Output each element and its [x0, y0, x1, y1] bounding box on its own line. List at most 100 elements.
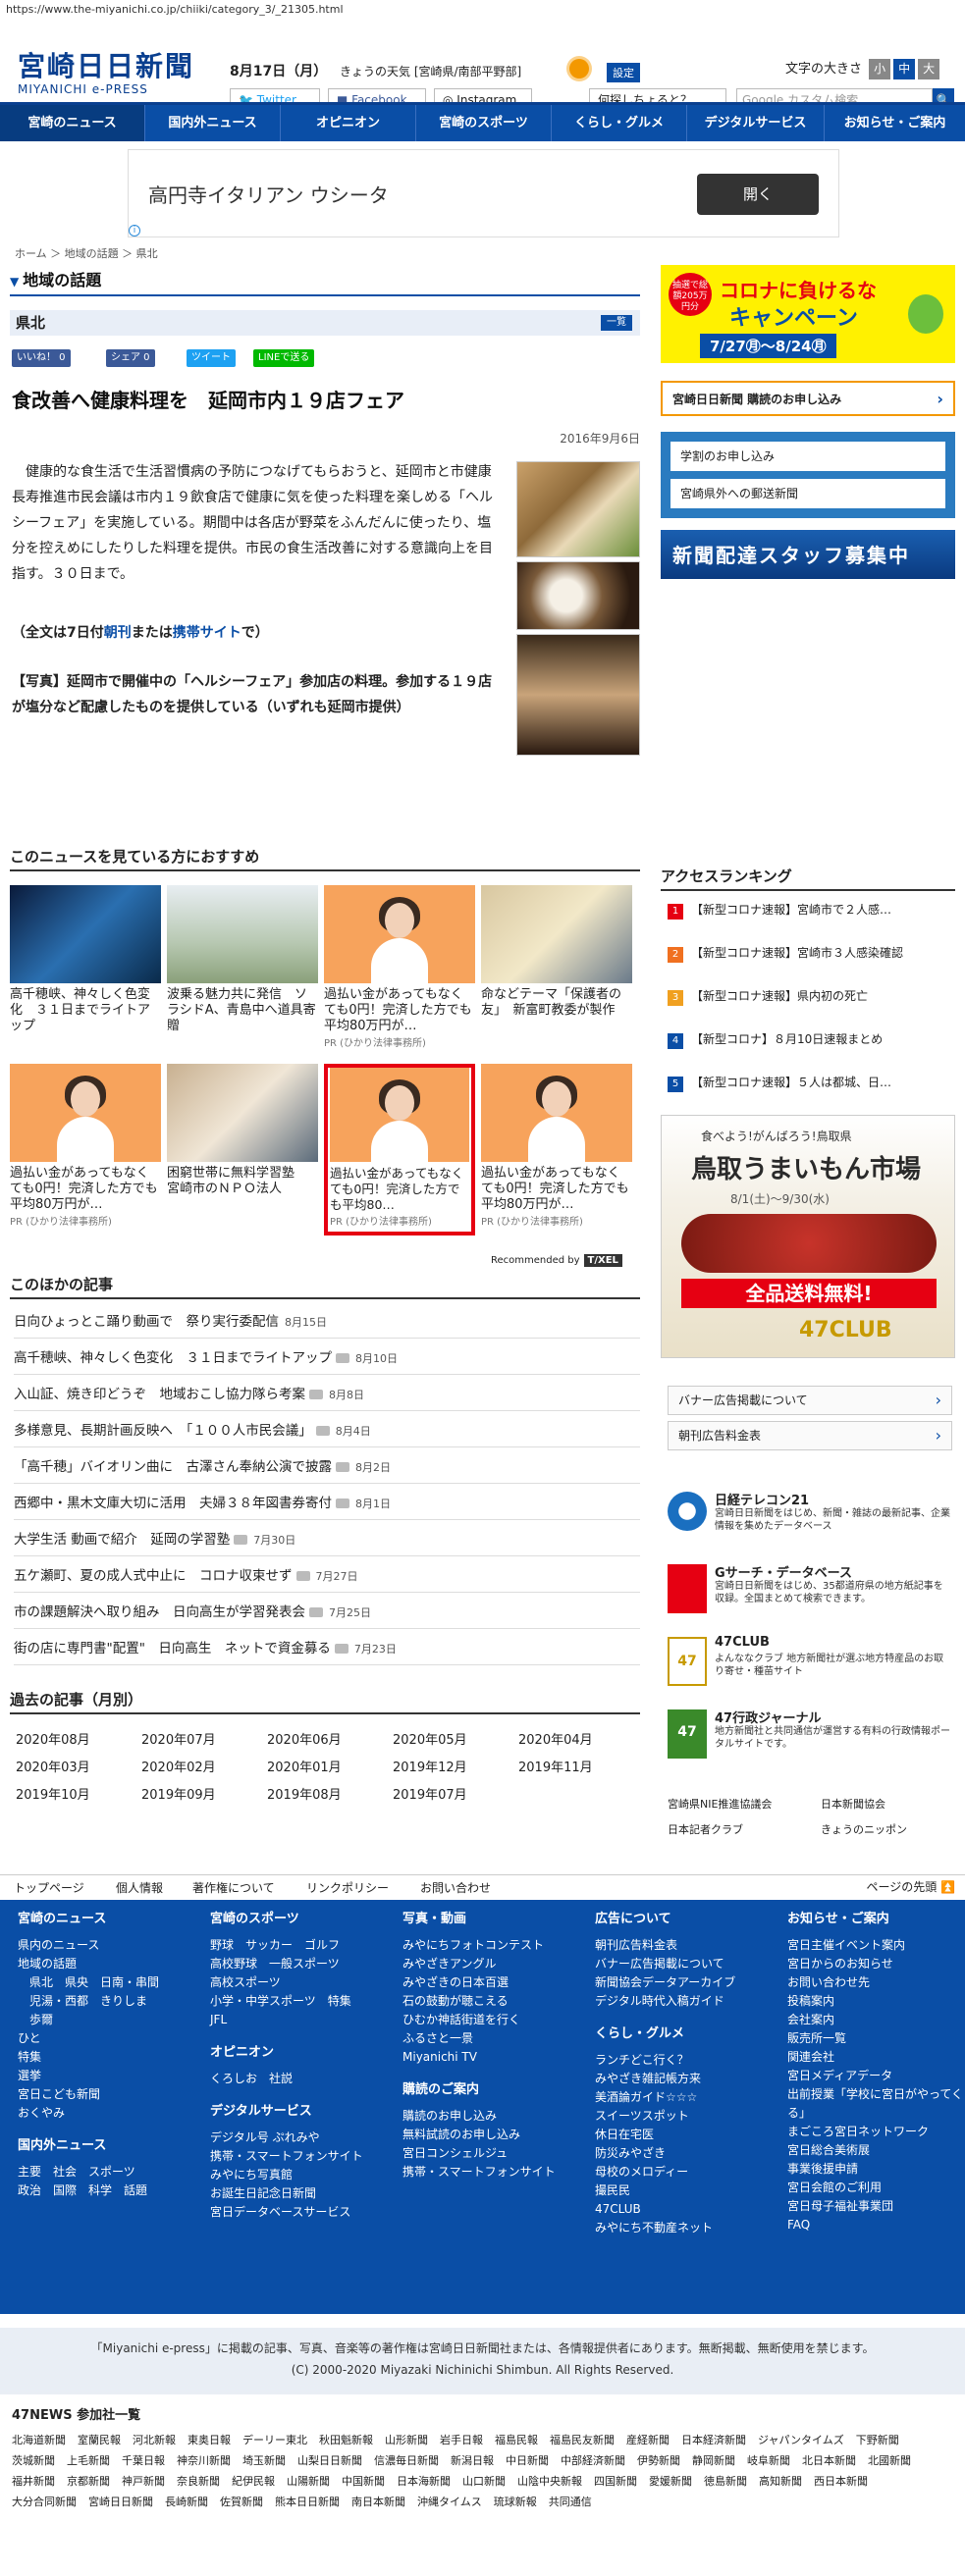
like-button[interactable]: いいね！ 0 — [12, 349, 71, 367]
site-logo[interactable]: 宮崎日日新聞 MIYANICHI e-PRESS — [18, 51, 199, 97]
share-button[interactable]: シェア 0 — [106, 349, 155, 367]
footer-link[interactable]: 特集 — [18, 2048, 194, 2067]
ranking-item[interactable]: 3 【新型コロナ速報】県内初の死亡 — [668, 985, 952, 1007]
month-link[interactable]: 2020年06月 — [267, 1729, 342, 1748]
47news-member-link[interactable]: 高知新聞 — [759, 2471, 802, 2492]
recommender-logo[interactable]: T/XEL — [583, 1254, 622, 1267]
47news-member-link[interactable]: 茨城新聞 — [12, 2450, 55, 2471]
footer-link[interactable]: 朝刊広告料金表 — [595, 1936, 772, 1955]
page-top-button[interactable]: ページの先頭 ⏫ — [866, 1874, 955, 1900]
footer-link[interactable]: 新聞協会データアーカイブ — [595, 1973, 772, 1992]
recommend-card[interactable]: 命などテーマ「保護者の友」 新富町教委が製作 — [481, 885, 632, 1019]
footer-link[interactable]: 県内のニュース — [18, 1936, 194, 1955]
list-button[interactable]: 一覧 — [601, 315, 632, 331]
footer-link[interactable]: 政治 国際 科学 話題 — [18, 2182, 194, 2200]
month-link[interactable]: 2019年09月 — [141, 1784, 216, 1803]
recommend-card[interactable]: 過払い金があってもなくても0円！完済した方でも平均80万円が… PR (ひかり法律… — [324, 885, 475, 1049]
47news-member-link[interactable]: 北日本新聞 — [802, 2450, 856, 2471]
footer-link[interactable]: 地域の話題 — [18, 1955, 194, 1973]
footer-link[interactable]: ランチどこ行く？ — [595, 2051, 772, 2070]
footer-link[interactable]: 事業後援申請 — [787, 2160, 964, 2179]
footer-link[interactable]: みやにちフォトコンテスト — [402, 1936, 579, 1955]
47news-member-link[interactable]: デーリー東北 — [242, 2430, 307, 2450]
recommend-card[interactable]: 困窮世帯に無料学習塾 宮崎市のＮＰＯ法人 — [167, 1064, 318, 1197]
47news-member-link[interactable]: 東奥日報 — [188, 2430, 231, 2450]
47news-member-link[interactable]: 新潟日報 — [451, 2450, 494, 2471]
47news-member-link[interactable]: 信濃毎日新聞 — [374, 2450, 439, 2471]
breadcrumb[interactable]: ホーム ＞ 地域の話題 ＞ 県北 — [15, 245, 158, 261]
footer-link[interactable]: 宮日会館のご利用 — [787, 2179, 964, 2197]
other-article-item[interactable]: 市の課題解決へ取り組み 日向高生が学習発表会 7月25日 — [14, 1596, 640, 1629]
other-article-item[interactable]: 多様意見、長期計画反映へ 「１００人市民会議」 8月4日 — [14, 1414, 640, 1447]
month-link[interactable]: 2019年07月 — [393, 1784, 467, 1803]
footer-link[interactable]: ふるさと一景 — [402, 2029, 579, 2048]
footer-link-contact[interactable]: お問い合わせ — [420, 1875, 491, 1901]
47news-member-link[interactable]: 上毛新聞 — [67, 2450, 110, 2471]
recommend-card[interactable]: 過払い金があってもなくても0円！完済した方でも平均80万円が… PR (ひかり法律… — [10, 1064, 161, 1228]
other-article-item[interactable]: 日向ひょっとこ踊り動画で 祭り実行委配信 8月15日 — [14, 1305, 640, 1339]
morning-ad-link[interactable]: 朝刊広告料金表 — [668, 1421, 952, 1450]
footer-heading[interactable]: 宮崎のニュース — [18, 1910, 194, 1928]
ranking-item[interactable]: 2 【新型コロナ速報】宮崎市３人感染確認 — [668, 942, 952, 964]
footer-heading[interactable]: くらし・グルメ — [595, 2024, 772, 2043]
nav-life-gourmet[interactable]: くらし・グルメ — [552, 105, 687, 141]
recommend-card[interactable]: 過払い金があってもなくても0円！完済した方でも平均80万円が… PR (ひかり法律… — [481, 1064, 632, 1228]
47news-member-link[interactable]: 熊本日日新聞 — [275, 2492, 340, 2512]
footer-link[interactable]: 携帯・スマートフォンサイト — [210, 2147, 387, 2166]
footer-link[interactable]: 宮日総合美術展 — [787, 2141, 964, 2160]
footer-link[interactable]: バナー広告掲載について — [595, 1955, 772, 1973]
footer-link[interactable]: 出前授業「学校に宮日がやってくる」 — [787, 2085, 964, 2123]
ranking-item[interactable]: 1 【新型コロナ速報】宮崎市で２人感… — [668, 899, 952, 920]
month-link[interactable]: 2020年08月 — [16, 1729, 90, 1748]
recommend-card-selected[interactable]: 過払い金があってもなくても0円！完済した方でも平均80… PR (ひかり法律事務所… — [324, 1064, 475, 1235]
footer-link[interactable]: 購読のお申し込み — [402, 2107, 579, 2126]
47news-member-link[interactable]: 中部経済新聞 — [561, 2450, 625, 2471]
month-link[interactable]: 2020年01月 — [267, 1757, 342, 1775]
footer-link[interactable]: 高校野球 一般スポーツ — [210, 1955, 387, 1973]
47news-member-link[interactable]: 河北新報 — [133, 2430, 176, 2450]
ranking-item[interactable]: 5 【新型コロナ速報】５人は都城、日… — [668, 1072, 952, 1093]
side-link-nippon[interactable]: きょうのニッポン — [821, 1821, 907, 1837]
47news-member-link[interactable]: 福島民友新聞 — [550, 2430, 615, 2450]
footer-link[interactable]: デジタル号 ぷれみや — [210, 2129, 387, 2147]
footer-link[interactable]: 宮日主催イベント案内 — [787, 1936, 964, 1955]
tweet-button[interactable]: ツイート — [187, 349, 236, 367]
month-link[interactable]: 2020年07月 — [141, 1729, 216, 1748]
footer-link[interactable]: みやにち不動産ネット — [595, 2219, 772, 2237]
banner-ad-link[interactable]: バナー広告掲載について — [668, 1386, 952, 1415]
footer-link[interactable]: 美酒論ガイド☆☆☆ — [595, 2088, 772, 2107]
corona-campaign-banner[interactable]: 抽選で総額205万円分 コロナに負けるな キャンペーン 7/27㊊～8/24㊊ — [661, 265, 955, 363]
47news-member-link[interactable]: 大分合同新聞 — [12, 2492, 77, 2512]
footer-heading[interactable]: 写真・動画 — [402, 1910, 579, 1928]
other-article-item[interactable]: 入山証、焼き印どうぞ 地域おこし協力隊ら考案 8月8日 — [14, 1378, 640, 1411]
47news-member-link[interactable]: 岩手日報 — [440, 2430, 483, 2450]
footer-link[interactable]: 宮日母子福祉事業団 — [787, 2197, 964, 2216]
side-link-pressclub[interactable]: 日本記者クラブ — [668, 1821, 743, 1837]
month-link[interactable]: 2020年04月 — [518, 1729, 593, 1748]
tottori-ad[interactable]: 食べよう!がんばろう!鳥取県 鳥取うまいもん市場 8/1(土)～9/30(水) … — [661, 1115, 955, 1358]
staff-recruit-banner[interactable]: 新聞配達スタッフ募集中 — [661, 530, 955, 579]
footer-link[interactable]: ひと — [18, 2029, 194, 2048]
47news-member-link[interactable]: 日本経済新聞 — [681, 2430, 746, 2450]
47news-member-link[interactable]: 西日本新聞 — [814, 2471, 868, 2492]
footer-link[interactable]: 宮日データベースサービス — [210, 2203, 387, 2222]
student-discount-link[interactable]: 学割のお申し込み — [670, 442, 945, 471]
ad-open-button[interactable]: 開く — [697, 174, 819, 215]
47news-member-link[interactable]: 山陽新聞 — [287, 2471, 330, 2492]
article-photo-2[interactable] — [516, 561, 640, 630]
line-button[interactable]: LINEで送る — [253, 349, 315, 367]
47news-member-link[interactable]: 中国新聞 — [342, 2471, 385, 2492]
47news-member-link[interactable]: 長崎新聞 — [165, 2492, 208, 2512]
footer-link[interactable]: FAQ — [787, 2216, 964, 2234]
footer-link[interactable]: 投稿案内 — [787, 1992, 964, 2011]
footer-link[interactable]: 無料試読のお申し込み — [402, 2126, 579, 2144]
47news-member-link[interactable]: 沖縄タイムス — [417, 2492, 482, 2512]
47news-member-link[interactable]: 愛媛新聞 — [649, 2471, 692, 2492]
month-link[interactable]: 2019年08月 — [267, 1784, 342, 1803]
font-small-button[interactable]: 小 — [869, 59, 891, 79]
footer-link[interactable]: デジタル時代入稿ガイド — [595, 1992, 772, 2011]
nav-domestic-news[interactable]: 国内外ニュース — [145, 105, 281, 141]
47news-member-link[interactable]: 福島民報 — [495, 2430, 538, 2450]
47news-member-link[interactable]: 奈良新聞 — [177, 2471, 220, 2492]
47news-member-link[interactable]: 静岡新聞 — [692, 2450, 735, 2471]
